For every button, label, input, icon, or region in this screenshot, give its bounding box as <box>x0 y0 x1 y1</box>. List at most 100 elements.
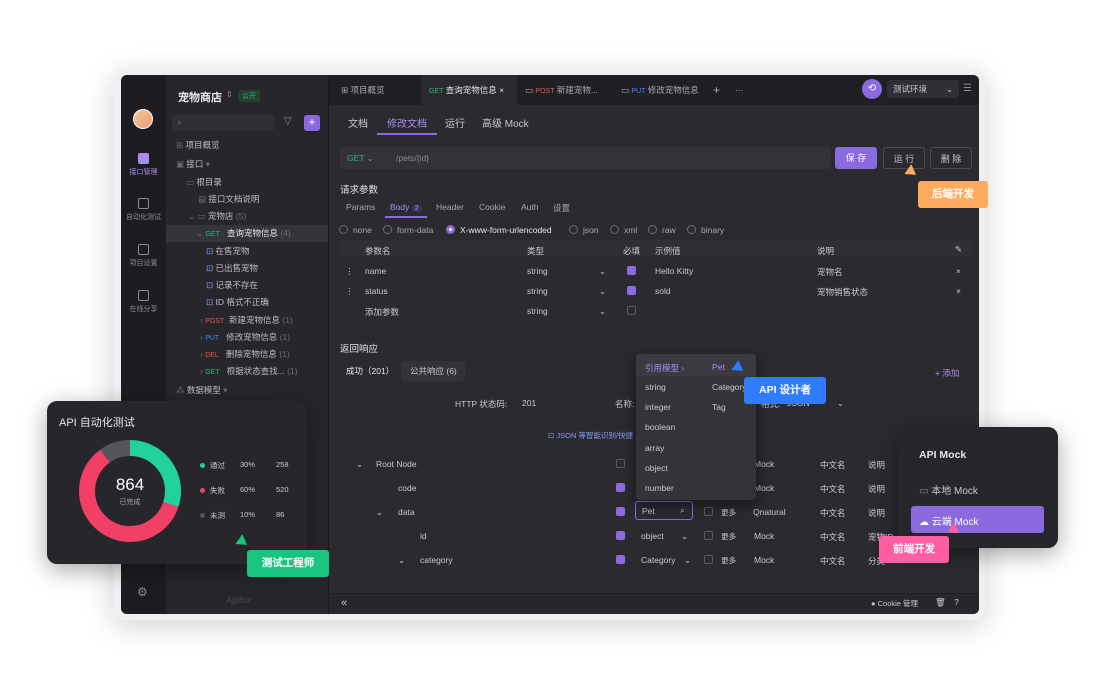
tree-item-case[interactable]: ⊡ 记录不存在 <box>206 277 258 293</box>
type-option[interactable]: object <box>645 463 668 473</box>
ref-model-tab[interactable]: 引用模型 › <box>645 362 684 374</box>
rail-item-share[interactable]: 在线分享 <box>121 290 166 314</box>
remove-icon[interactable]: × <box>956 266 961 276</box>
avatar[interactable] <box>133 109 153 129</box>
tree-item-root[interactable]: ▭ 根目录 <box>186 174 222 190</box>
tree-item-api-doc[interactable]: ▤ 接口文档说明 <box>198 191 259 207</box>
chevron-down-icon[interactable]: ⌄ <box>376 507 383 518</box>
help-icon[interactable]: ? <box>954 597 959 607</box>
param-name[interactable]: status <box>365 286 388 296</box>
url-input[interactable]: /pets/{id} <box>396 153 429 163</box>
root-node[interactable]: Root Node <box>376 459 417 469</box>
delete-button[interactable]: 删 除 <box>930 147 972 169</box>
type-select[interactable]: Category <box>641 555 676 565</box>
required-checkbox[interactable] <box>627 266 636 275</box>
required-checkbox[interactable] <box>627 306 636 315</box>
status-code-input[interactable]: 201 <box>522 398 536 408</box>
param-desc[interactable]: 宠物销售状态 <box>817 286 868 298</box>
chevron-down-icon[interactable]: ⌄ <box>356 459 363 470</box>
tab-post-pet[interactable]: ▭ POST 新建宠物... <box>525 75 598 105</box>
new-tab-button[interactable]: + <box>713 75 720 105</box>
edit-icon[interactable]: ✎ <box>955 244 962 255</box>
tree-item-api[interactable]: ▣ 接口 ▾ <box>176 156 210 172</box>
mock-input[interactable]: Mock <box>754 459 774 469</box>
smart-detect-link[interactable]: ⊡ JSON 等智能识别/快捷 <box>548 430 633 441</box>
mock-input[interactable]: Mock <box>754 531 774 541</box>
close-icon[interactable]: × <box>499 85 504 95</box>
radio-json[interactable] <box>569 225 578 234</box>
collapse-button[interactable]: « <box>341 597 347 609</box>
required-checkbox[interactable] <box>704 555 713 564</box>
more-link[interactable]: 更多 <box>721 555 736 566</box>
tree-item-overview[interactable]: ⊞ 项目概览 <box>176 137 220 153</box>
add-response-button[interactable]: + 添加 <box>935 367 959 379</box>
cookie-manager[interactable]: ● Cookie 管理 <box>871 598 918 609</box>
param-example[interactable]: Hello Kitty <box>655 266 693 276</box>
field-code[interactable]: code <box>398 483 416 493</box>
subtab-mock[interactable]: 高级 Mock <box>482 115 529 130</box>
tree-item-get-pet[interactable]: ⌄ GET 查询宠物信息 (4) <box>196 225 291 241</box>
chevron-down-icon[interactable]: ⌄ <box>681 531 688 542</box>
required-checkbox[interactable] <box>704 507 713 516</box>
param-tab-header[interactable]: Header <box>436 202 464 212</box>
type-input[interactable]: Pet ⌕ <box>635 501 693 520</box>
model-option[interactable]: Category <box>712 382 747 392</box>
project-name[interactable]: 宠物商店 <box>178 89 222 105</box>
mock-input[interactable]: Mock <box>754 483 774 493</box>
env-icon[interactable]: ⟲ <box>862 79 882 99</box>
chevron-down-icon[interactable]: ⌄ <box>837 398 844 409</box>
param-type[interactable]: string <box>527 266 548 276</box>
param-example[interactable]: sold <box>655 286 671 296</box>
tree-item-pet-store[interactable]: ⌄ ▭ 宠物店 (5) <box>188 208 246 224</box>
type-option[interactable]: array <box>645 443 664 453</box>
tree-item-get-status[interactable]: › GET 根据状态查找... (1) <box>200 363 298 379</box>
subtab-doc[interactable]: 文档 <box>348 115 368 130</box>
add-button[interactable]: + <box>304 115 320 131</box>
rail-item-settings[interactable]: 项目设置 <box>121 244 166 268</box>
cloud-mock-option[interactable]: ☁ 云端 Mock <box>911 506 1044 533</box>
radio-xml[interactable] <box>610 225 619 234</box>
required-checkbox[interactable] <box>627 286 636 295</box>
param-tab-auth[interactable]: Auth <box>521 202 539 212</box>
field-checkbox[interactable] <box>616 555 625 564</box>
cn-name-input[interactable]: 中文名 <box>820 555 846 567</box>
remove-icon[interactable]: × <box>956 286 961 296</box>
field-checkbox[interactable] <box>616 507 625 516</box>
tree-search-input[interactable]: ⌕ <box>172 115 274 131</box>
run-button[interactable]: 运 行 <box>883 147 925 169</box>
mock-value[interactable]: Qnatural <box>753 507 786 517</box>
radio-raw[interactable] <box>648 225 657 234</box>
param-tab-cookie[interactable]: Cookie <box>479 202 505 212</box>
model-option[interactable]: Tag <box>712 402 726 412</box>
tree-item-del-pet[interactable]: › DEL 删除宠物信息 (1) <box>200 346 290 362</box>
type-option[interactable]: string <box>645 382 666 392</box>
param-type[interactable]: string <box>527 286 548 296</box>
local-mock-option[interactable]: ▭ 本地 Mock <box>919 482 978 497</box>
response-tab-public[interactable]: 公共响应 (6) <box>401 361 465 381</box>
tree-item-models[interactable]: ⁂ 数据模型 ▾ <box>176 382 228 398</box>
tree-item-case[interactable]: ⊡ ID 格式不正确 <box>206 294 269 310</box>
rail-item-api[interactable]: 接口管理 <box>121 153 166 177</box>
chevron-down-icon[interactable]: ⌄ <box>599 286 606 297</box>
field-checkbox[interactable] <box>616 531 625 540</box>
cn-name-input[interactable]: 中文名 <box>820 507 846 519</box>
mock-input[interactable]: Mock <box>754 555 774 565</box>
method-select[interactable]: GET ⌄ <box>347 153 374 164</box>
param-name[interactable]: name <box>365 266 386 276</box>
type-option[interactable]: boolean <box>645 422 675 432</box>
param-type[interactable]: string <box>527 306 548 316</box>
more-tabs-button[interactable]: ··· <box>735 75 744 105</box>
tree-item-put-pet[interactable]: › PUT 修改宠物信息 (1) <box>200 329 290 345</box>
desc-input[interactable]: 说明 <box>868 459 885 471</box>
param-tab-body[interactable]: Body 2 <box>390 202 422 212</box>
field-id[interactable]: id <box>420 531 427 541</box>
gear-icon[interactable]: ⚙ <box>137 585 148 599</box>
radio-form-data[interactable] <box>383 225 392 234</box>
radio-binary[interactable] <box>687 225 696 234</box>
chevron-down-icon[interactable]: ⌄ <box>398 555 405 566</box>
pet-model-option[interactable]: Pet <box>712 362 725 372</box>
required-checkbox[interactable] <box>704 531 713 540</box>
tree-item-case[interactable]: ⊡ 在售宠物 <box>206 243 250 259</box>
rail-item-autotest[interactable]: 自动化测试 <box>121 198 166 222</box>
cn-name-input[interactable]: 中文名 <box>820 483 846 495</box>
